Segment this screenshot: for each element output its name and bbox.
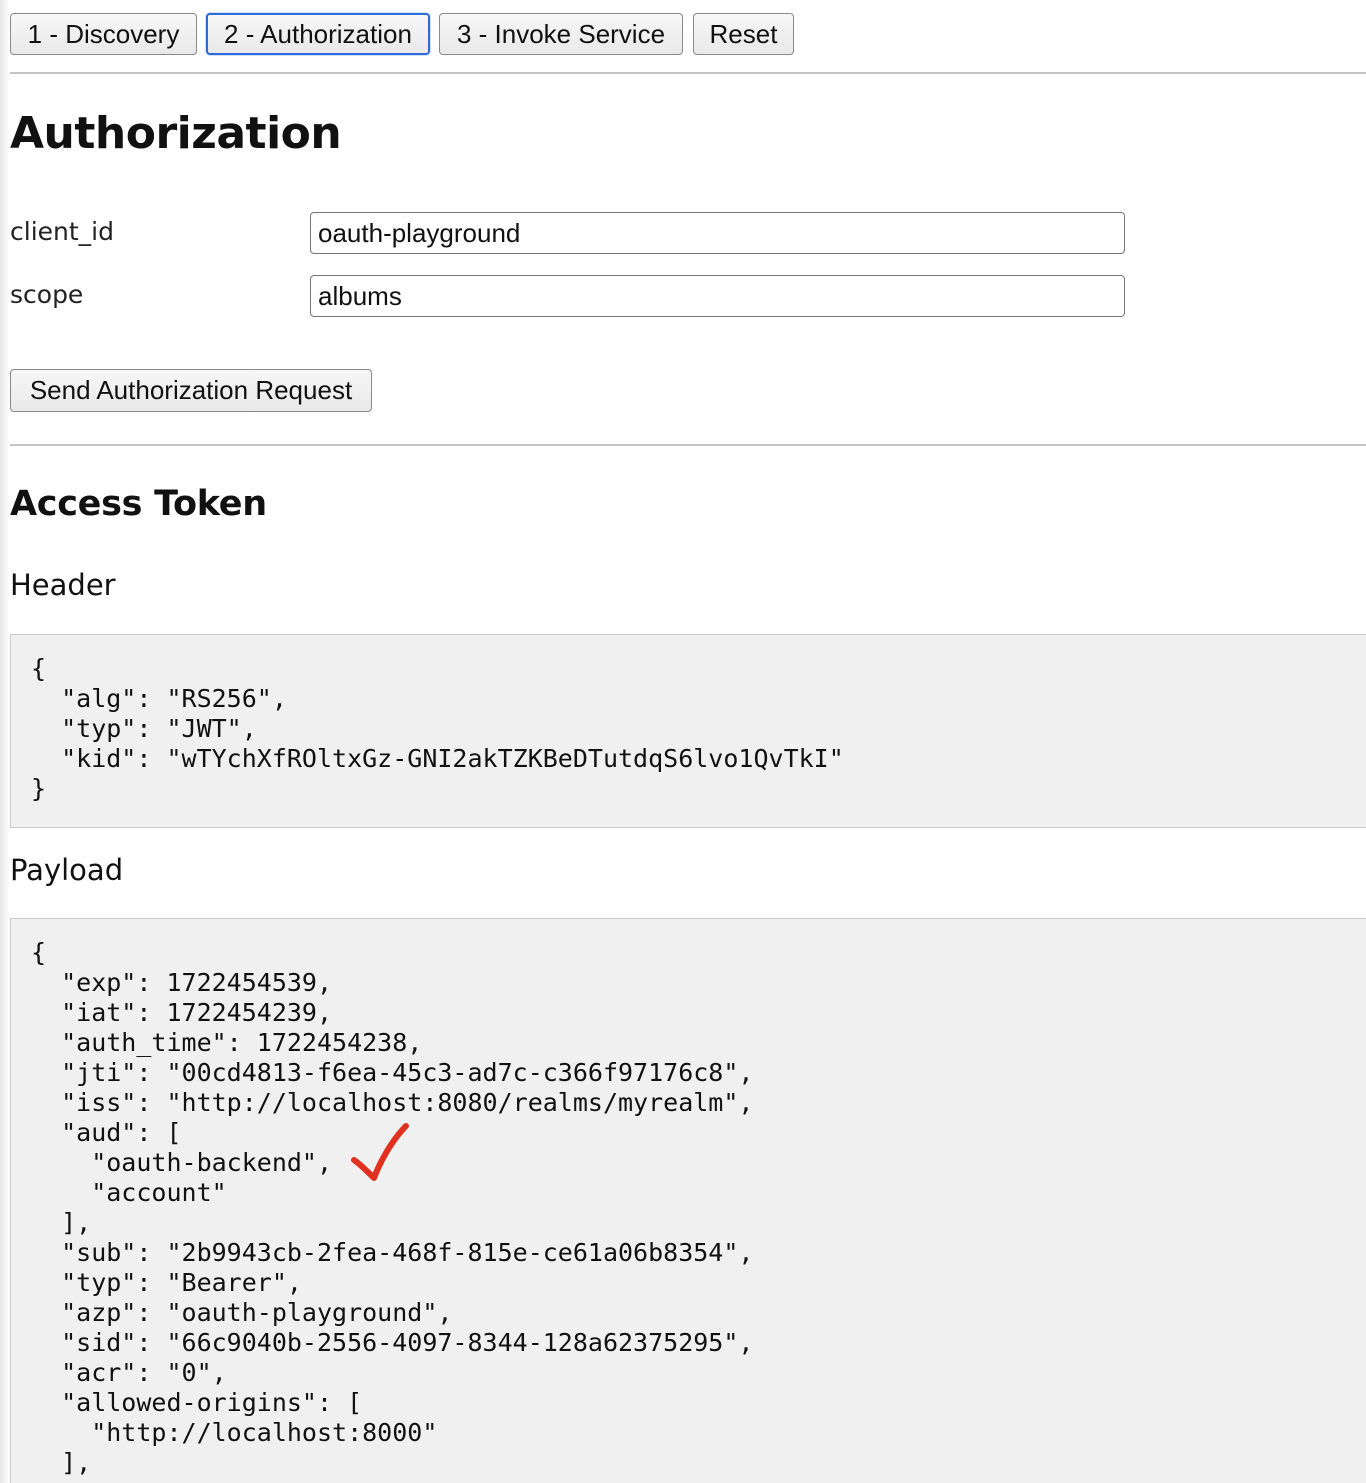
scope-input[interactable] (310, 275, 1125, 317)
send-authorization-request-button[interactable]: Send Authorization Request (10, 369, 372, 412)
client-id-label: client_id (10, 217, 114, 246)
payload-json-block: { "exp": 1722454539, "iat": 1722454239, … (10, 918, 1366, 1483)
reset-button[interactable]: Reset (693, 13, 794, 55)
checkmark-icon (351, 1123, 409, 1181)
client-id-input[interactable] (310, 212, 1125, 254)
left-edge-shade (0, 0, 10, 1483)
divider (10, 444, 1366, 446)
tab-authorization[interactable]: 2 - Authorization (206, 13, 430, 55)
tab-invoke-service[interactable]: 3 - Invoke Service (439, 13, 683, 55)
access-token-heading: Access Token (10, 484, 267, 524)
tab-discovery[interactable]: 1 - Discovery (10, 13, 197, 55)
header-json-block: { "alg": "RS256", "typ": "JWT", "kid": "… (10, 634, 1366, 828)
payload-label: Payload (10, 853, 124, 887)
page-title: Authorization (10, 108, 342, 159)
scope-label: scope (10, 280, 84, 309)
header-label: Header (10, 568, 116, 602)
divider (10, 72, 1366, 74)
